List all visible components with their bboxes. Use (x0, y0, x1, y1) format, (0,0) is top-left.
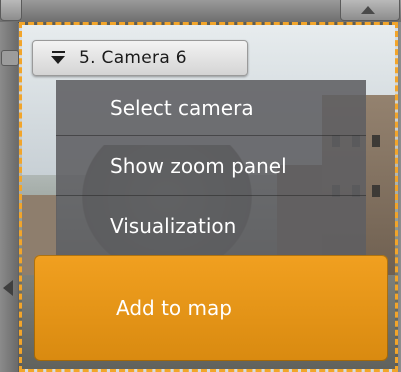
camera-context-menu: Select camera Show zoom panel Visualizat… (56, 80, 366, 256)
arrow-left-icon[interactable] (3, 280, 13, 296)
menu-dropdown-icon (51, 51, 67, 65)
camera-title-button[interactable]: 5. Camera 6 (32, 40, 248, 76)
left-rail-handle[interactable] (1, 50, 19, 66)
menu-item-add-to-map[interactable]: Add to map (34, 255, 388, 361)
left-rail (0, 22, 19, 372)
menu-item-label: Select camera (110, 95, 254, 120)
camera-title-label: 5. Camera 6 (79, 48, 187, 68)
arrow-up-icon[interactable] (340, 0, 400, 21)
menu-item-label: Show zoom panel (110, 153, 287, 178)
menu-item-select-camera[interactable]: Select camera (56, 80, 366, 136)
menu-item-label: Visualization (110, 214, 237, 238)
camera-layout-view: 5. Camera 6 Select camera Show zoom pane… (0, 0, 401, 372)
menu-item-show-zoom-panel[interactable]: Show zoom panel (56, 136, 366, 196)
top-left-tab[interactable] (0, 0, 22, 21)
top-toolbar (0, 0, 401, 23)
menu-item-visualization[interactable]: Visualization (56, 196, 366, 256)
menu-item-label: Add to map (116, 296, 232, 320)
